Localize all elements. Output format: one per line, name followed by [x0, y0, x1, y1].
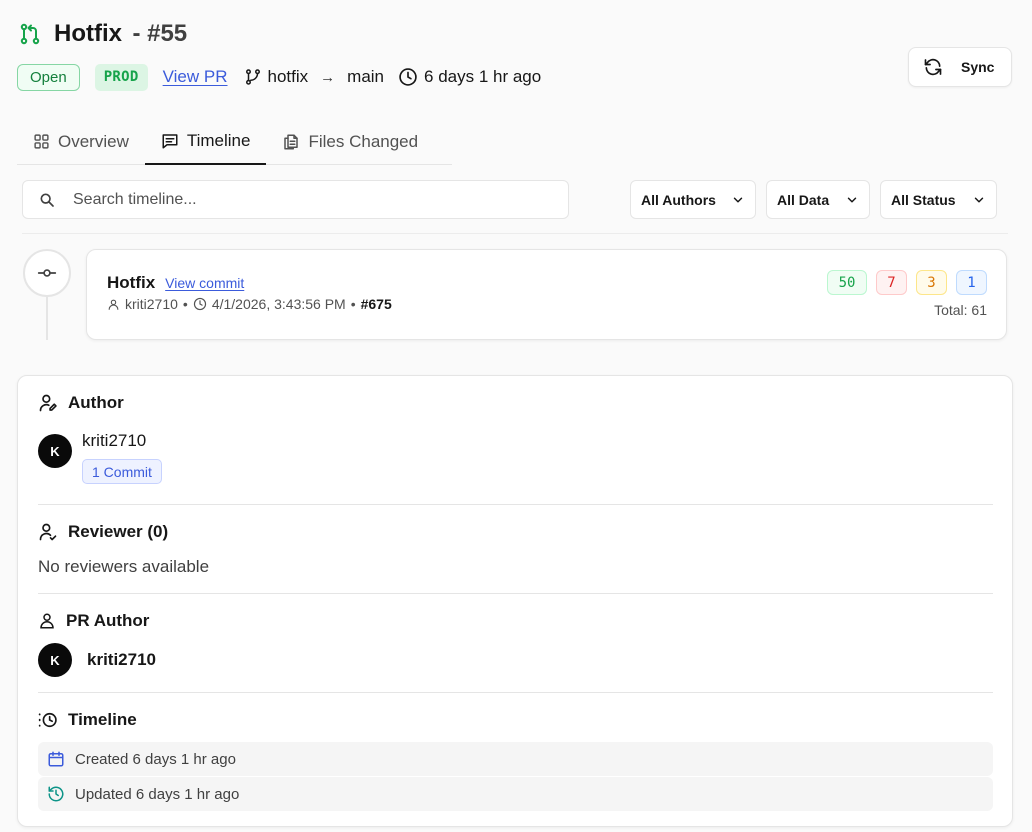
- commit-card: Hotfix View commit kriti2710 • 4/1/2026,…: [86, 249, 1007, 340]
- data-filter-label: All Data: [777, 191, 830, 208]
- sync-label: Sync: [961, 59, 995, 75]
- calendar-icon: [47, 750, 65, 768]
- view-commit-link[interactable]: View commit: [165, 275, 244, 291]
- avatar: K: [38, 434, 72, 468]
- view-pr-link[interactable]: View PR: [163, 67, 228, 87]
- history-icon: [38, 710, 58, 730]
- chevron-down-icon: [731, 193, 745, 207]
- files-icon: [282, 133, 300, 151]
- tab-overview-label: Overview: [58, 131, 129, 151]
- pull-request-icon: [18, 22, 42, 46]
- updated-text: Updated 6 days 1 hr ago: [75, 785, 240, 803]
- separator: •: [350, 296, 356, 312]
- search-icon: [39, 192, 55, 208]
- user-icon: [38, 612, 56, 630]
- pr-number: - #55: [132, 20, 188, 47]
- lines-added-badge: 50: [827, 270, 867, 295]
- chevron-down-icon: [845, 193, 859, 207]
- divider: [38, 593, 993, 594]
- commit-datetime: 4/1/2026, 3:43:56 PM: [211, 296, 346, 312]
- git-commit-icon: [37, 263, 57, 283]
- data-filter[interactable]: All Data: [766, 180, 870, 219]
- divider: [38, 692, 993, 693]
- page-header: Hotfix - #55: [18, 20, 187, 48]
- pr-age: 6 days 1 hr ago: [398, 67, 541, 87]
- tab-files-changed[interactable]: Files Changed: [266, 118, 434, 165]
- pr-author-name: kriti2710: [87, 650, 156, 669]
- user-check-icon: [38, 522, 58, 542]
- commit-number: #675: [360, 296, 392, 312]
- authors-filter-label: All Authors: [641, 191, 716, 208]
- environment-badge: PROD: [94, 63, 148, 91]
- commit-title: Hotfix: [107, 273, 156, 292]
- tab-files-label: Files Changed: [308, 131, 419, 151]
- details-panel: Author K kriti2710 1 Commit Reviewer (0)…: [17, 375, 1013, 827]
- timeline-search: [22, 180, 569, 219]
- refresh-icon: [923, 57, 943, 77]
- user-icon: [107, 298, 120, 311]
- status-filter[interactable]: All Status: [880, 180, 997, 219]
- page-title: Hotfix: [54, 20, 122, 47]
- avatar: K: [38, 643, 72, 677]
- clock-icon: [193, 297, 207, 311]
- lines-deleted-badge: 7: [876, 270, 907, 295]
- timeline-heading: Timeline: [38, 710, 137, 730]
- pr-age-text: 6 days 1 hr ago: [424, 67, 542, 86]
- created-text: Created 6 days 1 hr ago: [75, 750, 236, 768]
- commit-total: Total: 61: [934, 302, 987, 318]
- divider: [38, 504, 993, 505]
- timeline-connector: [46, 297, 48, 340]
- commit-meta: kriti2710 • 4/1/2026, 3:43:56 PM • #675: [107, 296, 392, 312]
- divider: [22, 233, 1008, 234]
- user-pen-icon: [38, 393, 58, 413]
- author-heading: Author: [38, 393, 124, 413]
- no-reviewers-text: No reviewers available: [38, 557, 210, 576]
- commit-author: kriti2710: [125, 296, 178, 312]
- commit-title-row: Hotfix View commit: [107, 273, 244, 293]
- tab-timeline-label: Timeline: [186, 130, 251, 150]
- history-icon: [47, 785, 65, 803]
- files-other-badge: 1: [956, 270, 987, 295]
- pr-author-heading: PR Author: [38, 611, 149, 631]
- source-branch: hotfix: [267, 67, 309, 86]
- tab-overview[interactable]: Overview: [17, 118, 145, 165]
- reviewer-heading-label: Reviewer (0): [68, 522, 169, 541]
- message-icon: [161, 132, 179, 150]
- timeline-heading-label: Timeline: [68, 710, 137, 729]
- git-branch-icon: [244, 68, 262, 86]
- pr-meta: Open PROD View PR hotfix → main 6 days 1…: [17, 63, 541, 91]
- created-row: Created 6 days 1 hr ago: [38, 742, 993, 776]
- commit-stats: 50 7 3 1: [827, 270, 987, 295]
- branch-info: hotfix → main: [244, 67, 385, 87]
- search-input[interactable]: [73, 190, 513, 209]
- reviewer-heading: Reviewer (0): [38, 522, 168, 542]
- updated-row: Updated 6 days 1 hr ago: [38, 777, 993, 811]
- tab-bar: Overview Timeline Files Changed: [17, 118, 452, 165]
- status-filter-label: All Status: [891, 191, 956, 208]
- sync-button[interactable]: Sync: [908, 47, 1012, 87]
- author-heading-label: Author: [68, 393, 124, 412]
- author-name: kriti2710: [82, 431, 147, 450]
- separator: •: [182, 296, 188, 312]
- authors-filter[interactable]: All Authors: [630, 180, 756, 219]
- timeline-node: [23, 249, 71, 297]
- grid-icon: [33, 133, 50, 150]
- target-branch: main: [347, 67, 385, 86]
- pr-author-heading-label: PR Author: [66, 611, 150, 630]
- lines-modified-badge: 3: [916, 270, 947, 295]
- chevron-down-icon: [972, 193, 986, 207]
- clock-icon: [398, 67, 418, 87]
- commit-count-badge[interactable]: 1 Commit: [82, 459, 162, 484]
- tab-timeline[interactable]: Timeline: [144, 118, 267, 165]
- status-badge: Open: [17, 63, 80, 91]
- arrow-right-icon: →: [320, 68, 336, 86]
